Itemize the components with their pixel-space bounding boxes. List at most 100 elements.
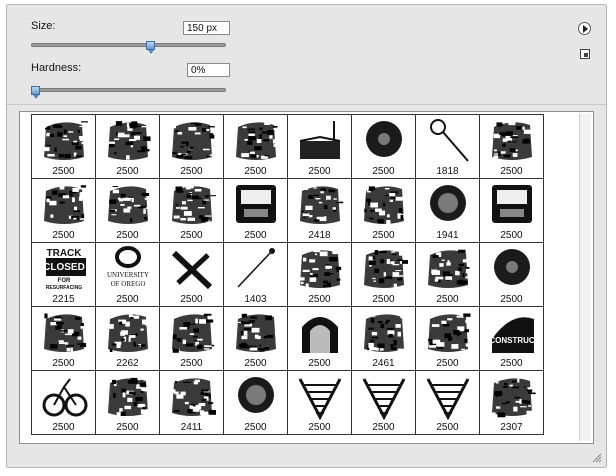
brush-preset-cell[interactable]: 2500 [160, 115, 224, 179]
brush-preset-cell[interactable]: 2500 [352, 371, 416, 435]
brush-size-label: 2500 [308, 166, 331, 177]
brush-preset-cell[interactable]: 2500 [480, 115, 544, 179]
brush-size-label: 2418 [308, 230, 331, 241]
machine-icon [492, 185, 532, 223]
brush-preset-cell[interactable]: 2500 [96, 179, 160, 243]
mushroom-cloud-icon [428, 249, 472, 288]
brush-size-label: 2500 [244, 358, 267, 369]
street-scene-icon [108, 377, 149, 418]
brush-preset-cell[interactable]: 2500 [224, 179, 288, 243]
brush-preset-cell[interactable]: 2500 [352, 115, 416, 179]
brush-preset-cell[interactable]: 2500 [32, 179, 96, 243]
panel-divider [7, 104, 606, 105]
bicycle-icon [42, 378, 88, 417]
dark-blob-icon [366, 121, 402, 157]
rough-texture-icon [172, 122, 216, 160]
brush-preset-cell[interactable]: 2500 [288, 243, 352, 307]
panel-menu-arrow-icon[interactable] [578, 22, 591, 35]
brush-size-label: 2500 [308, 294, 331, 305]
hardness-slider-thumb[interactable] [31, 86, 40, 99]
size-input[interactable]: 150 px [183, 21, 230, 35]
brush-preset-cell[interactable]: 2307 [480, 371, 544, 435]
car-photo-icon [44, 185, 87, 224]
brush-size-label: 2461 [372, 358, 395, 369]
brush-preset-cell[interactable]: 2500 [160, 307, 224, 371]
brush-preset-cell[interactable]: 2500 [160, 243, 224, 307]
brush-preset-cell[interactable]: 2500 [224, 371, 288, 435]
brush-size-label: 2500 [116, 294, 139, 305]
brush-preset-cell[interactable]: 1941 [416, 179, 480, 243]
abstract-shape-icon [44, 313, 88, 353]
brush-size-label: 2500 [116, 230, 139, 241]
brush-preset-cell[interactable]: 2500 [160, 179, 224, 243]
university-logo-icon: UNIVERSITYOF OREGO [107, 246, 149, 288]
brush-preset-cell[interactable]: 2500 [96, 115, 160, 179]
brush-preset-cell[interactable]: 2500 [416, 243, 480, 307]
new-preset-icon[interactable] [580, 49, 590, 59]
brush-preset-cell[interactable]: 2500 [480, 179, 544, 243]
brush-preset-cell[interactable]: 1403 [224, 243, 288, 307]
brush-size-label: 2500 [244, 230, 267, 241]
sign-photo-icon [300, 186, 344, 224]
brush-presets-panel: Size: 150 px Hardness: 0% 2500 2500 2500 25… [6, 4, 607, 468]
resize-grip-icon[interactable] [591, 452, 602, 463]
brush-preset-cell[interactable]: 2500 [480, 243, 544, 307]
brush-preset-cell[interactable]: TRACK CLOSED FOR RESURFACING 2215 [32, 243, 96, 307]
magnifier-icon [430, 119, 469, 162]
brush-size-label: 2500 [500, 166, 523, 177]
brush-preset-cell[interactable]: 2500 [416, 371, 480, 435]
dome-perspective-icon [298, 378, 342, 421]
hardness-input[interactable]: 0% [187, 63, 230, 77]
hardness-label: Hardness: [31, 62, 82, 74]
svg-text:OF OREGO: OF OREGO [111, 280, 146, 288]
brush-preset-cell[interactable]: 2500 [32, 371, 96, 435]
brush-preset-cell[interactable]: 2411 [160, 371, 224, 435]
brush-size-label: 1818 [436, 166, 459, 177]
grass-texture-icon [364, 186, 404, 225]
size-slider-track[interactable] [31, 43, 226, 47]
brush-preset-cell[interactable]: 2461 [352, 307, 416, 371]
brush-size-label: 2500 [116, 422, 139, 433]
brush-preset-cell[interactable]: 2500 [288, 371, 352, 435]
brush-preset-cell[interactable]: UNIVERSITY OF OREGO 2500 [96, 243, 160, 307]
brush-size-label: 2500 [244, 166, 267, 177]
brush-preset-cell[interactable]: CONSTRUC 2500 [480, 307, 544, 371]
brush-preset-cell[interactable]: 2500 [352, 179, 416, 243]
brush-preset-cell[interactable]: 2500 [32, 115, 96, 179]
abstract-shape-icon [172, 185, 216, 225]
brush-size-label: 2500 [500, 358, 523, 369]
brush-size-label: 2500 [180, 294, 203, 305]
size-slider-thumb[interactable] [146, 41, 156, 54]
brush-size-label: 2500 [500, 294, 523, 305]
track-closed-sign-icon: TRACK CLOSED FORRESURFACING [43, 248, 86, 291]
hardness-slider-track[interactable] [31, 88, 226, 92]
crowd-scene-icon [300, 250, 342, 288]
brush-size-label: 2500 [180, 230, 203, 241]
brush-size-label: 2500 [372, 422, 395, 433]
brush-preset-cell[interactable]: 2500 [288, 115, 352, 179]
brush-preset-cell[interactable]: 2500 [352, 243, 416, 307]
brush-preset-cell[interactable]: 2500 [224, 307, 288, 371]
vertical-scrollbar[interactable] [579, 114, 591, 441]
brush-preset-cell[interactable]: 2500 [96, 371, 160, 435]
svg-text:CONSTRUC: CONSTRUC [489, 336, 535, 345]
brush-preset-cell[interactable]: 2500 [32, 307, 96, 371]
thin-pole-icon [237, 248, 275, 288]
brush-size-label: 2500 [372, 166, 395, 177]
checkered-debris-icon [108, 313, 150, 353]
brush-size-label: 2500 [436, 422, 459, 433]
rough-texture-icon [236, 122, 280, 160]
structure-perspective-icon [362, 378, 406, 421]
svg-text:FOR: FOR [58, 278, 71, 284]
branches-icon [172, 378, 216, 416]
boombox-icon [108, 121, 151, 160]
size-label: Size: [31, 20, 56, 32]
brush-preset-cell[interactable]: 2500 [288, 307, 352, 371]
preset-list: 2500 2500 2500 2500 2500 2500 1818 2500 2500 2500… [19, 111, 594, 444]
brush-size-label: 2215 [52, 294, 75, 305]
brush-preset-cell[interactable]: 2418 [288, 179, 352, 243]
brush-preset-cell[interactable]: 2500 [224, 115, 288, 179]
brush-preset-cell[interactable]: 1818 [416, 115, 480, 179]
brush-preset-cell[interactable]: 2500 [416, 307, 480, 371]
brush-preset-cell[interactable]: 2262 [96, 307, 160, 371]
